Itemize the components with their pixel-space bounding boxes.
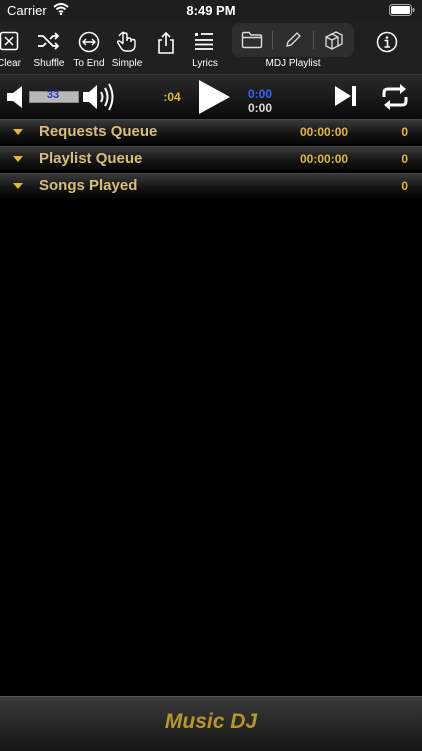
section-title: Songs Played <box>39 177 138 194</box>
disclosure-triangle-icon <box>13 156 23 162</box>
clear-icon <box>0 31 19 51</box>
section-count: 0 <box>401 179 408 193</box>
section-count: 0 <box>401 152 408 166</box>
disclosure-triangle-icon <box>13 129 23 135</box>
songs-played-section[interactable]: Songs Played 0 <box>0 173 422 198</box>
footer-bar: Music DJ <box>0 696 422 751</box>
next-track-button[interactable] <box>334 85 358 107</box>
boxes-icon <box>325 31 343 50</box>
section-title: Requests Queue <box>39 123 158 140</box>
app-name: Music DJ <box>164 710 258 733</box>
lyrics-button[interactable]: Lyrics <box>182 22 228 74</box>
volume-value: 33 <box>46 89 60 101</box>
section-count: 0 <box>401 125 408 139</box>
boxes-button[interactable] <box>314 23 354 57</box>
disclosure-triangle-icon <box>13 183 23 189</box>
share-icon <box>158 31 174 54</box>
volume-low-icon[interactable] <box>6 84 26 110</box>
info-button[interactable] <box>364 22 410 74</box>
info-icon <box>376 31 398 53</box>
current-time: 0:00 <box>247 87 273 101</box>
clock: 8:49 PM <box>186 3 236 18</box>
battery-icon <box>389 4 415 16</box>
to-end-icon <box>78 31 100 53</box>
folder-button[interactable] <box>232 23 272 57</box>
mdj-playlist-label: MDJ Playlist <box>265 58 321 69</box>
status-bar: Carrier 8:49 PM <box>0 0 422 22</box>
edit-button[interactable] <box>273 23 313 57</box>
playlist-queue-section[interactable]: Playlist Queue 00:00:00 0 <box>0 146 422 171</box>
lyrics-label: Lyrics <box>192 58 218 69</box>
pencil-icon <box>286 32 301 47</box>
repeat-button[interactable] <box>380 83 410 111</box>
mdj-playlist-segment <box>232 23 354 57</box>
requests-queue-section[interactable]: Requests Queue 00:00:00 0 <box>0 119 422 144</box>
section-duration: 00:00:00 <box>300 125 349 139</box>
total-time: 0:00 <box>247 101 273 115</box>
player-bar: 33 :04 0:00 0:00 <box>0 75 422 119</box>
lyrics-icon <box>195 33 213 50</box>
section-duration: 00:00:00 <box>300 152 349 166</box>
elapsed-time: :04 <box>163 90 181 104</box>
shuffle-icon <box>38 32 60 50</box>
folder-icon <box>241 31 263 49</box>
play-button[interactable] <box>196 79 232 115</box>
hand-icon <box>116 31 136 52</box>
section-title: Playlist Queue <box>39 150 143 167</box>
toolbar: Clear Shuffle To End Simple Lyrics MDJ P… <box>0 22 422 75</box>
volume-high-icon[interactable] <box>82 81 116 113</box>
